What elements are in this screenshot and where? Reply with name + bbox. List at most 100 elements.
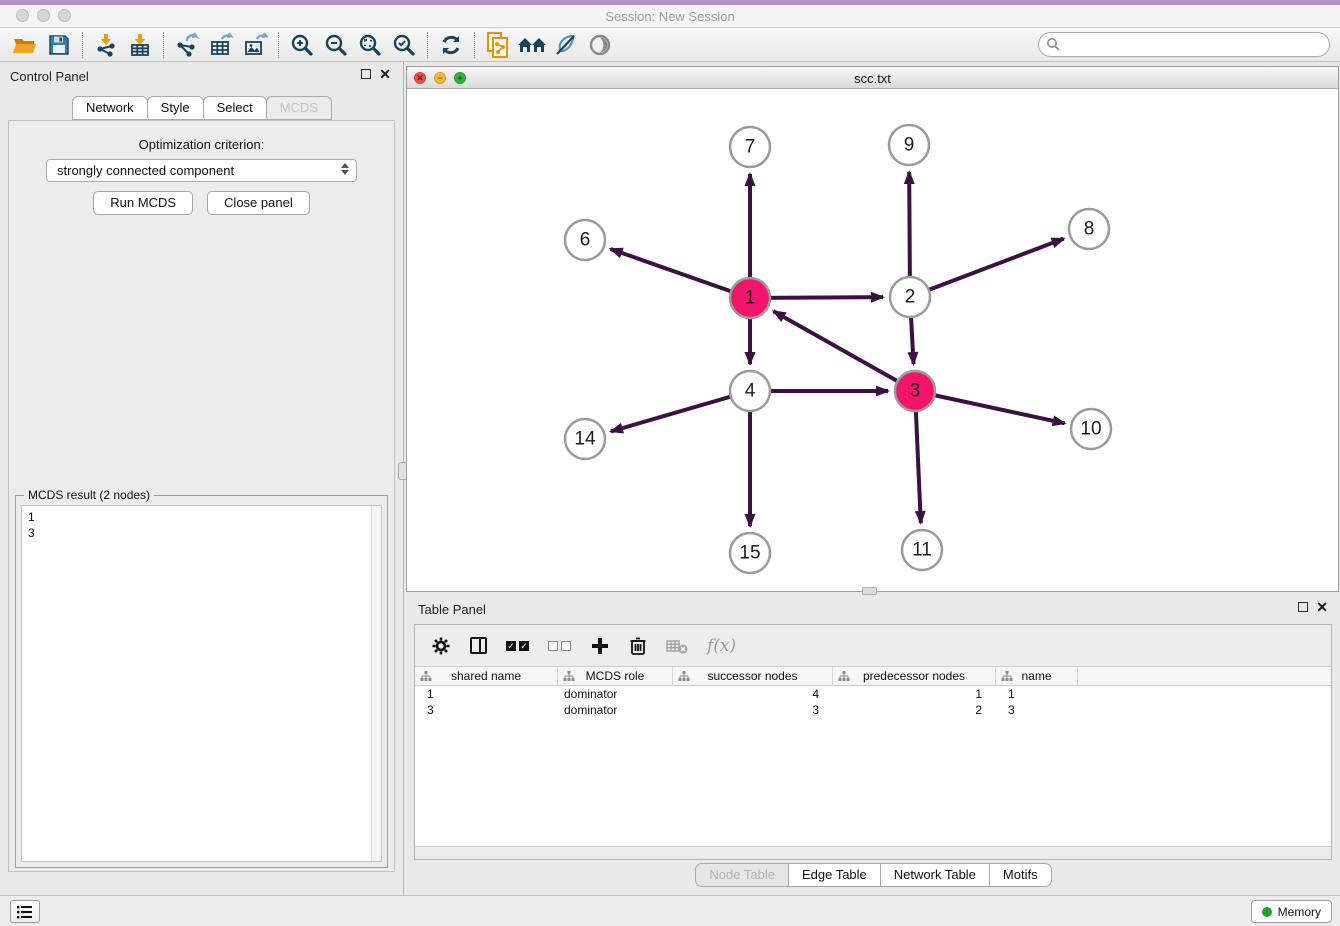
control-panel: Control Panel ✕ NetworkStyleSelectMCDS O… [0,62,404,895]
tab-network[interactable]: Network [72,96,148,120]
duplicate-network-icon [484,31,512,59]
float-table-panel-icon[interactable] [1298,602,1308,612]
node-table: shared nameMCDS rolesuccessor nodesprede… [415,667,1331,718]
save-session-button[interactable] [42,30,76,60]
graph-node-4[interactable]: 4 [730,371,770,411]
graph-node-8[interactable]: 8 [1069,209,1109,249]
table-cell[interactable]: 4 [673,686,833,702]
toolbar-separator [427,32,428,58]
graph-node-3[interactable]: 3 [895,371,935,411]
graph-node-11[interactable]: 11 [902,530,942,570]
network-view-window: ✕ − + scc.txt 7 9 6 8 1 2 4 3 14 10 15 11 [406,66,1339,592]
table-cell[interactable]: dominator [558,686,673,702]
column-header-predecessor-nodes[interactable]: predecessor nodes [833,667,996,685]
table-row[interactable]: 1dominator411 [415,686,1331,702]
column-header-shared-name[interactable]: shared name [415,667,558,685]
tab-node-table[interactable]: Node Table [695,863,789,887]
zoom-fit-button[interactable] [353,30,387,60]
duplicate-network-button[interactable] [481,30,515,60]
delete-column-icon[interactable] [629,636,647,656]
table-cell[interactable]: 3 [996,702,1078,718]
graph-node-14[interactable]: 14 [565,419,605,459]
horizontal-splitter-handle[interactable] [862,587,877,595]
column-header-name[interactable]: name [996,667,1078,685]
graph-node-7[interactable]: 7 [730,127,770,167]
zoom-in-button[interactable] [285,30,319,60]
network-canvas[interactable]: 7 9 6 8 1 2 4 3 14 10 15 11 [407,89,1338,591]
table-cell[interactable]: 3 [415,702,558,718]
open-session-button[interactable] [8,30,42,60]
export-table-icon [208,32,234,58]
import-network-button[interactable] [89,30,123,60]
table-horizontal-scrollbar[interactable] [415,846,1331,859]
table-cell[interactable]: 2 [833,702,996,718]
graph-edge-4-14[interactable] [611,391,750,431]
close-panel-icon[interactable]: ✕ [379,68,391,80]
settings-gear-icon[interactable] [431,636,451,656]
eye-button[interactable] [583,30,617,60]
network-window-titlebar[interactable]: ✕ − + scc.txt [407,67,1338,89]
graph-node-6[interactable]: 6 [565,220,605,260]
table-cell[interactable]: 1 [833,686,996,702]
table-body: 1dominator4113dominator323 [415,686,1331,718]
tab-mcds[interactable]: MCDS [266,96,332,120]
refresh-button[interactable] [434,30,468,60]
graph-edge-3-10[interactable] [915,391,1065,423]
graph-node-1[interactable]: 1 [730,278,770,318]
mcds-result-title: MCDS result (2 nodes) [24,488,154,502]
home-button[interactable] [515,30,549,60]
close-panel-button[interactable]: Close panel [207,191,310,215]
select-all-icon[interactable]: ✓✓ [506,641,529,651]
zoom-in-icon [289,32,315,58]
result-scrollbar[interactable] [371,506,381,861]
zoom-selected-button[interactable] [387,30,421,60]
table-row[interactable]: 3dominator323 [415,702,1331,718]
import-table-button[interactable] [123,30,157,60]
table-cell[interactable]: 3 [673,702,833,718]
criterion-dropdown[interactable]: strongly connected component [46,159,357,182]
column-type-icon [563,671,575,682]
deselect-all-icon[interactable] [548,641,571,651]
table-panel-content: ✓✓ [414,624,1332,860]
table-cell[interactable]: 1 [415,686,558,702]
title-bar: Session: New Session [0,0,1340,28]
close-table-panel-icon[interactable]: ✕ [1316,601,1328,613]
split-column-icon[interactable] [470,637,487,654]
graph-edge-1-6[interactable] [610,249,750,298]
column-header-successor-nodes[interactable]: successor nodes [673,667,833,685]
tab-style[interactable]: Style [147,96,204,120]
export-network-button[interactable] [170,30,204,60]
svg-text:9: 9 [904,135,915,156]
graph-node-9[interactable]: 9 [889,125,929,165]
column-header-MCDS-role[interactable]: MCDS role [558,667,673,685]
result-line: 3 [28,525,375,541]
run-mcds-button[interactable]: Run MCDS [93,191,193,215]
svg-text:15: 15 [739,543,760,564]
export-table-button[interactable] [204,30,238,60]
search-input[interactable] [1038,32,1330,57]
graph-node-2[interactable]: 2 [890,277,930,317]
status-bar: Memory [0,895,1340,926]
table-cell[interactable]: 1 [996,686,1078,702]
add-column-icon[interactable] [590,636,610,656]
control-panel-tabs: NetworkStyleSelectMCDS [0,96,403,120]
toolbar-separator [474,32,475,58]
table-cell[interactable]: dominator [558,702,673,718]
tab-edge-table[interactable]: Edge Table [788,863,881,887]
graph-edge-2-8[interactable] [910,239,1064,297]
tab-network-table[interactable]: Network Table [880,863,990,887]
graph-node-15[interactable]: 15 [730,533,770,573]
zoom-out-button[interactable] [319,30,353,60]
memory-button[interactable]: Memory [1251,900,1332,923]
save-floppy-icon [47,33,71,57]
graph-edge-3-1[interactable] [774,311,915,391]
tab-select[interactable]: Select [203,96,267,120]
float-panel-icon[interactable] [361,69,371,79]
tab-motifs[interactable]: Motifs [989,863,1052,887]
result-line: 1 [28,509,375,525]
export-image-button[interactable] [238,30,272,60]
graph-node-10[interactable]: 10 [1071,409,1111,449]
mcds-result-area[interactable]: 13 [21,505,382,862]
hide-style-button[interactable] [549,30,583,60]
task-history-button[interactable] [10,900,40,923]
